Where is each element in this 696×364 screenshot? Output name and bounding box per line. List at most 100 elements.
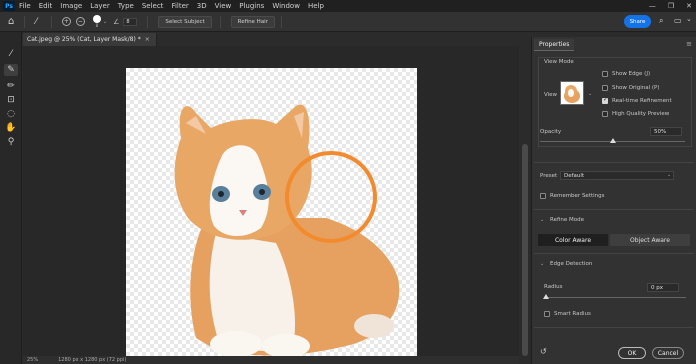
menu-view[interactable]: View [215, 2, 232, 10]
show-edge-label: Show Edge (J) [612, 71, 651, 77]
search-icon[interactable]: ⌕ [659, 16, 663, 26]
document-title: Cat.jpeg @ 25% (Cat, Layer Mask/8) * [27, 36, 141, 43]
cat-left-paw [210, 331, 262, 357]
panel-menu-icon[interactable]: ≡ [686, 40, 692, 48]
zoom-level: 25% [27, 357, 39, 363]
tab-properties[interactable]: Properties [534, 39, 575, 51]
ok-button[interactable]: OK [618, 347, 646, 359]
remember-settings-checkbox[interactable] [540, 193, 546, 199]
menu-help[interactable]: Help [308, 2, 324, 10]
real-time-refinement-label: Real-time Refinement [612, 98, 672, 104]
show-edge-checkbox[interactable] [602, 71, 608, 77]
menu-filter[interactable]: Filter [171, 2, 188, 10]
show-original-label: Show Original (P) [612, 85, 660, 91]
preset-label: Preset [540, 173, 558, 179]
radius-label: Radius [544, 284, 563, 290]
menu-3d[interactable]: 3D [197, 2, 207, 10]
separator [219, 15, 221, 28]
brush-angle-field[interactable]: 8 [123, 17, 138, 26]
menu-edit[interactable]: Edit [39, 2, 53, 10]
thumbnail-image [564, 85, 580, 103]
divider [534, 327, 694, 328]
cat-right-pupil [259, 189, 265, 195]
vertical-scrollbar[interactable] [521, 46, 529, 356]
lasso-tool-icon[interactable]: ◌ [4, 108, 18, 120]
refine-mode-header: Refine Mode [550, 217, 585, 223]
chevron-down-icon[interactable]: ⌄ [540, 261, 544, 267]
real-time-refinement-checkbox[interactable] [602, 96, 608, 104]
share-button[interactable]: Share [624, 15, 651, 28]
menu-select[interactable]: Select [142, 2, 164, 10]
smart-radius-label: Smart Radius [554, 311, 591, 317]
add-to-selection-icon[interactable]: + [61, 17, 71, 26]
angle-icon: ∠ [113, 17, 120, 26]
preset-select[interactable]: Default [560, 171, 674, 180]
radius-slider-knob[interactable] [543, 294, 549, 299]
chevron-down-icon[interactable]: ⌄ [103, 19, 107, 25]
menu-type[interactable]: Type [118, 2, 134, 10]
document-tab[interactable]: Cat.jpeg @ 25% (Cat, Layer Mask/8) * × [23, 33, 157, 46]
home-icon[interactable]: ⌂ [8, 16, 14, 27]
minimize-icon[interactable]: — [649, 2, 656, 10]
menu-image[interactable]: Image [60, 2, 82, 10]
options-bar: ⌂ ⁄ + − 8 ⌄ ∠ 8 Select Subject Refine Ha… [0, 12, 696, 32]
opacity-label: Opacity [540, 129, 562, 135]
chevron-down-icon[interactable]: ⌄ [686, 15, 692, 23]
radius-slider-track[interactable] [546, 297, 686, 298]
menu-layer[interactable]: Layer [90, 2, 110, 10]
object-selection-tool-icon[interactable]: ⊡ [4, 94, 18, 106]
photoshop-logo: Ps [3, 1, 15, 11]
workspace-icon[interactable]: ▭ [674, 16, 682, 25]
restore-icon[interactable]: ❐ [668, 2, 674, 10]
brush-size-picker[interactable]: 8 [92, 15, 101, 28]
divider [534, 162, 694, 163]
smart-radius-checkbox[interactable] [544, 311, 550, 317]
document-size: 1280 px x 1280 px (72 ppi) [58, 357, 127, 363]
close-icon[interactable]: ✕ [686, 2, 692, 10]
cat-back-paw [354, 314, 394, 338]
color-aware-button[interactable]: Color Aware [538, 234, 608, 246]
refine-edge-brush-tool-icon[interactable]: ✎ [4, 64, 18, 76]
separator [280, 15, 282, 28]
divider [534, 209, 694, 210]
zoom-tool-icon[interactable]: ⚲ [4, 136, 18, 148]
status-bar: 25% 1280 px x 1280 px (72 ppi) [23, 356, 519, 364]
brush-preview-icon [92, 15, 101, 23]
cat-left-pupil [218, 191, 224, 197]
hand-tool-icon[interactable]: ✋ [4, 122, 18, 134]
reset-icon[interactable]: ↺ [540, 347, 547, 356]
tools-panel: ⁄ ✎ ✏ ⊡ ◌ ✋ ⚲ [0, 32, 22, 364]
brush-tool-icon[interactable]: ✏ [4, 80, 18, 92]
edge-detection-header: Edge Detection [550, 261, 593, 267]
menu-window[interactable]: Window [272, 2, 300, 10]
quick-selection-tool-icon[interactable]: ⁄ [4, 48, 18, 60]
close-tab-icon[interactable]: × [145, 36, 150, 43]
view-mode-header: View Mode [544, 59, 574, 65]
document-canvas[interactable] [126, 68, 417, 358]
opacity-field[interactable]: 50% [650, 127, 682, 136]
chevron-down-icon[interactable]: ⌄ [540, 217, 544, 223]
divider [534, 253, 694, 254]
subtract-from-selection-icon[interactable]: − [75, 17, 85, 26]
view-mode-thumbnail[interactable] [560, 81, 584, 105]
high-quality-preview-checkbox[interactable] [602, 111, 608, 117]
menu-file[interactable]: File [19, 2, 31, 10]
radius-field[interactable]: 0 px [647, 283, 679, 292]
object-aware-button[interactable]: Object Aware [610, 234, 690, 246]
high-quality-preview-label: High Quality Preview [612, 111, 670, 117]
separator [147, 15, 149, 28]
refine-edge-brush-icon[interactable]: ⁄ [35, 17, 37, 27]
properties-panel: Properties ≡ View Mode View ⌄ Show Edge … [531, 37, 696, 364]
select-subject-button[interactable]: Select Subject [158, 15, 212, 28]
scroll-thumb[interactable] [522, 144, 528, 356]
canvas-area [23, 46, 519, 358]
cancel-button[interactable]: Cancel [652, 347, 684, 359]
refine-hair-button[interactable]: Refine Hair [230, 15, 275, 28]
show-original-checkbox[interactable] [602, 85, 608, 91]
chevron-down-icon[interactable]: ⌄ [588, 91, 592, 97]
menu-plugins[interactable]: Plugins [239, 2, 264, 10]
cat-right-paw [262, 334, 310, 358]
cat-image [174, 104, 400, 358]
opacity-slider-knob[interactable] [609, 138, 616, 143]
chevron-down-icon[interactable]: ⌄ [667, 172, 671, 178]
